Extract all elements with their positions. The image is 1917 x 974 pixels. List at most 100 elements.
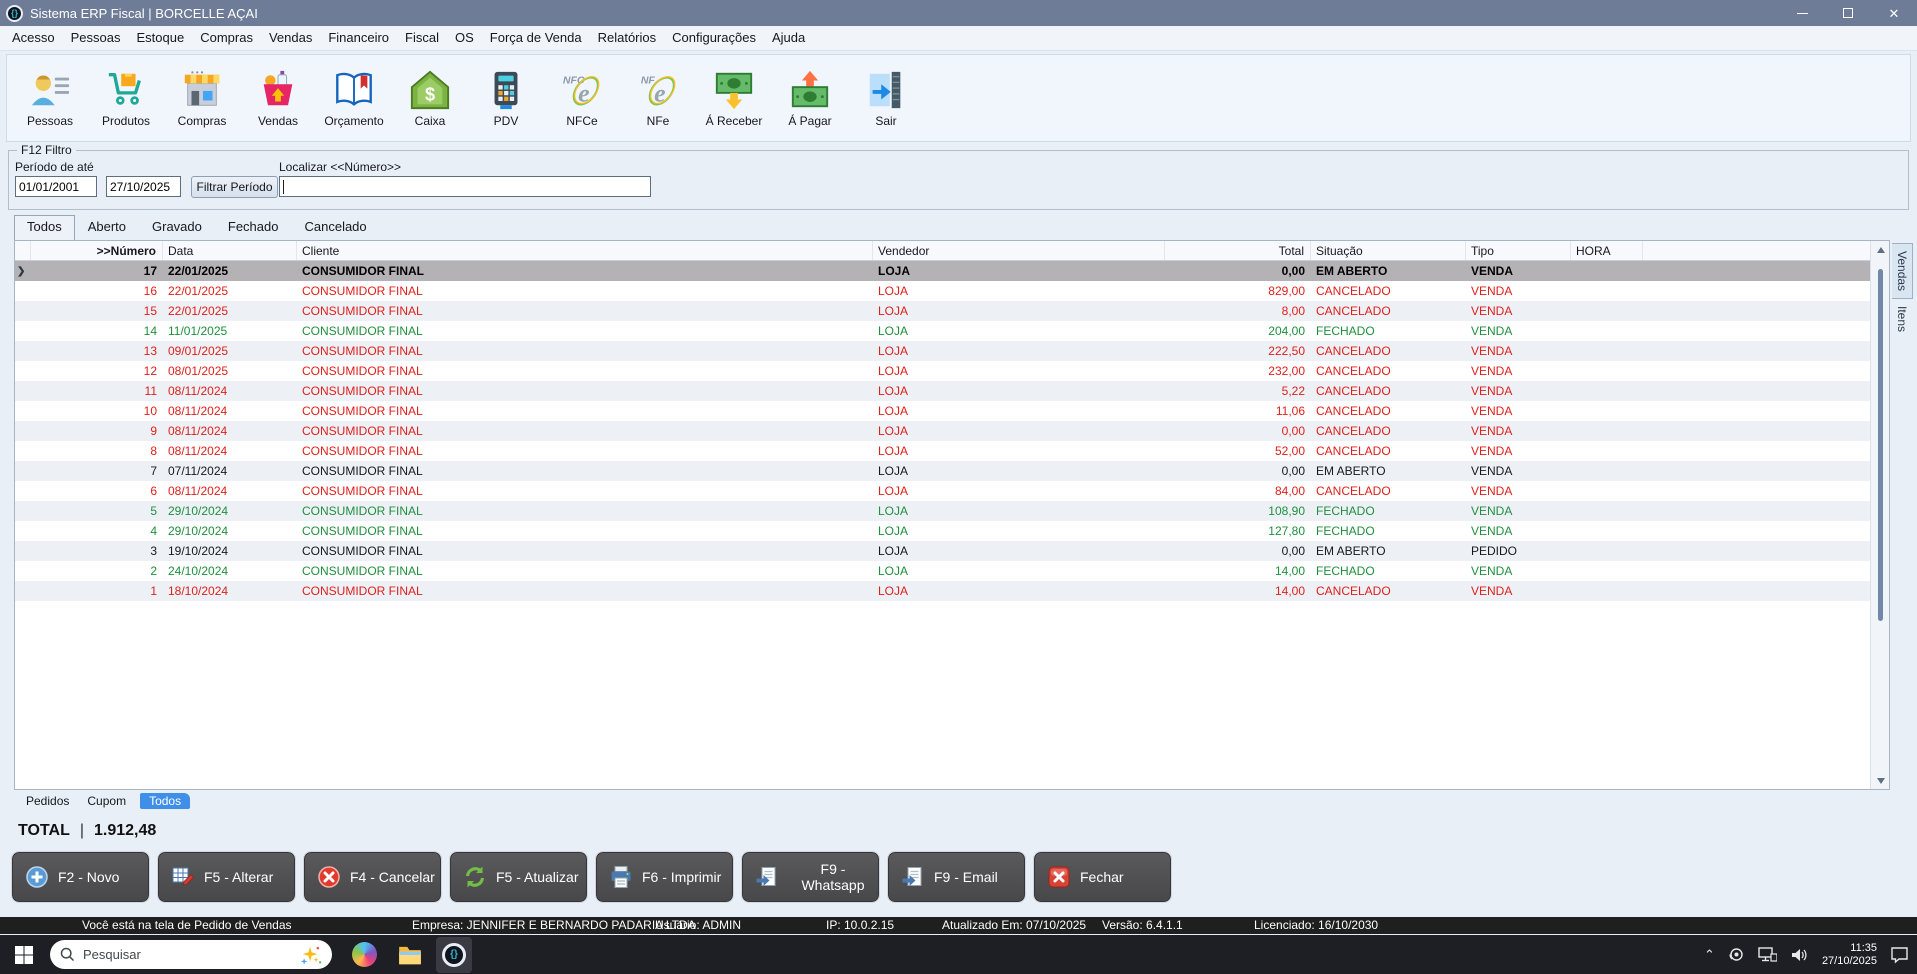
status-tab-todos[interactable]: Todos — [14, 215, 75, 240]
toolbar-a-pagar[interactable]: Á Pagar — [777, 69, 843, 128]
menu-item-relatórios[interactable]: Relatórios — [590, 26, 665, 50]
toolbar-a-receber[interactable]: Á Receber — [701, 69, 767, 128]
menu-item-vendas[interactable]: Vendas — [261, 26, 320, 50]
table-row[interactable]: 16 22/01/2025 CONSUMIDOR FINAL LOJA 829,… — [15, 281, 1889, 301]
atualizar-button[interactable]: F5 - Atualizar — [450, 852, 587, 902]
cell-cliente: CONSUMIDOR FINAL — [297, 381, 873, 401]
toolbar-nfe[interactable]: NF e NFe — [625, 69, 691, 128]
toolbar-produtos[interactable]: Produtos — [93, 69, 159, 128]
table-row[interactable]: 15 22/01/2025 CONSUMIDOR FINAL LOJA 8,00… — [15, 301, 1889, 321]
imprimir-button[interactable]: F6 - Imprimir — [596, 852, 733, 902]
toolbar-vendas[interactable]: Vendas — [245, 69, 311, 128]
novo-button[interactable]: F2 - Novo — [12, 852, 149, 902]
table-row[interactable]: 11 08/11/2024 CONSUMIDOR FINAL LOJA 5,22… — [15, 381, 1889, 401]
email-button[interactable]: F9 - Email — [888, 852, 1025, 902]
grid-header-vendedor[interactable]: Vendedor — [873, 241, 1165, 260]
date-to-input[interactable] — [106, 176, 181, 197]
menu-item-ajuda[interactable]: Ajuda — [764, 26, 813, 50]
grid-header-numero[interactable]: >>Número — [31, 241, 163, 260]
table-row[interactable]: 4 29/10/2024 CONSUMIDOR FINAL LOJA 127,8… — [15, 521, 1889, 541]
side-tab-vendas[interactable]: Vendas — [1892, 243, 1913, 299]
toolbar-compras[interactable]: Compras — [169, 69, 235, 128]
toolbar-label: NFCe — [566, 114, 597, 128]
toolbar-caixa[interactable]: $ Caixa — [397, 69, 463, 128]
table-row[interactable]: 9 08/11/2024 CONSUMIDOR FINAL LOJA 0,00 … — [15, 421, 1889, 441]
scroll-up-arrow[interactable] — [1871, 241, 1890, 258]
windows-start-button[interactable] — [14, 945, 34, 965]
bottom-tab-pedidos[interactable]: Pedidos — [22, 793, 73, 809]
minimize-button[interactable] — [1779, 0, 1825, 26]
grid-header-total[interactable]: Total — [1165, 241, 1311, 260]
table-row[interactable]: 3 19/10/2024 CONSUMIDOR FINAL LOJA 0,00 … — [15, 541, 1889, 561]
close-button[interactable]: ✕ — [1871, 0, 1917, 26]
tray-notifications-icon[interactable] — [1890, 946, 1909, 964]
text-caret — [283, 180, 284, 194]
taskbar-copilot-button[interactable] — [350, 941, 378, 969]
table-row[interactable]: 1 18/10/2024 CONSUMIDOR FINAL LOJA 14,00… — [15, 581, 1889, 601]
grid-vertical-scrollbar[interactable] — [1870, 241, 1889, 789]
table-row[interactable]: ❯ 17 22/01/2025 CONSUMIDOR FINAL LOJA 0,… — [15, 261, 1889, 281]
grid-header-hora[interactable]: HORA — [1571, 241, 1643, 260]
menu-item-força-de-venda[interactable]: Força de Venda — [482, 26, 590, 50]
table-row[interactable]: 7 07/11/2024 CONSUMIDOR FINAL LOJA 0,00 … — [15, 461, 1889, 481]
status-tab-cancelado[interactable]: Cancelado — [291, 215, 379, 240]
status-tab-aberto[interactable]: Aberto — [75, 215, 139, 240]
menu-item-estoque[interactable]: Estoque — [129, 26, 193, 50]
menu-item-fiscal[interactable]: Fiscal — [397, 26, 447, 50]
table-row[interactable]: 13 09/01/2025 CONSUMIDOR FINAL LOJA 222,… — [15, 341, 1889, 361]
toolbar-pessoas[interactable]: Pessoas — [17, 69, 83, 128]
filter-period-button[interactable]: Filtrar Período — [191, 176, 278, 198]
fechar-button[interactable]: Fechar — [1034, 852, 1171, 902]
alterar-button[interactable]: F5 - Alterar — [158, 852, 295, 902]
taskbar-search-box[interactable]: Pesquisar — [50, 940, 332, 969]
folder-icon — [397, 942, 423, 968]
tray-network-icon[interactable] — [1758, 947, 1777, 962]
tray-overflow-chevron-icon[interactable]: ⌃ — [1704, 947, 1715, 963]
tray-clock[interactable]: 11:35 27/10/2025 — [1822, 942, 1877, 968]
menu-item-financeiro[interactable]: Financeiro — [320, 26, 397, 50]
bottom-tab-cupom[interactable]: Cupom — [83, 793, 130, 809]
scroll-down-arrow[interactable] — [1871, 772, 1890, 789]
menu-item-configurações[interactable]: Configurações — [664, 26, 764, 50]
maximize-button[interactable] — [1825, 0, 1871, 26]
search-number-input[interactable] — [279, 176, 651, 197]
cell-total: 0,00 — [1165, 541, 1311, 561]
grid-header-tipo[interactable]: Tipo — [1466, 241, 1571, 260]
tray-record-icon[interactable] — [1728, 946, 1745, 963]
bottom-tab-todos[interactable]: Todos — [140, 793, 190, 809]
table-row[interactable]: 10 08/11/2024 CONSUMIDOR FINAL LOJA 11,0… — [15, 401, 1889, 421]
table-row[interactable]: 12 08/01/2025 CONSUMIDOR FINAL LOJA 232,… — [15, 361, 1889, 381]
cancelar-button[interactable]: F4 - Cancelar — [304, 852, 441, 902]
grid-header-cliente[interactable]: Cliente — [297, 241, 873, 260]
taskbar-erp-app-button[interactable]: {} — [436, 937, 472, 973]
toolbar-orcamento[interactable]: Orçamento — [321, 69, 387, 128]
send-document-icon — [755, 865, 779, 889]
status-tab-fechado[interactable]: Fechado — [215, 215, 292, 240]
date-from-input[interactable] — [15, 176, 97, 197]
toolbar-pdv[interactable]: PDV — [473, 69, 539, 128]
table-row[interactable]: 14 11/01/2025 CONSUMIDOR FINAL LOJA 204,… — [15, 321, 1889, 341]
grid-header-situacao[interactable]: Situação — [1311, 241, 1466, 260]
tray-volume-icon[interactable] — [1790, 947, 1809, 963]
menu-item-pessoas[interactable]: Pessoas — [63, 26, 129, 50]
taskbar-explorer-button[interactable] — [396, 941, 424, 969]
maximize-icon — [1843, 8, 1853, 18]
table-row[interactable]: 8 08/11/2024 CONSUMIDOR FINAL LOJA 52,00… — [15, 441, 1889, 461]
side-tab-itens[interactable]: Itens — [1892, 299, 1912, 339]
grid-header-data[interactable]: Data — [163, 241, 297, 260]
scrollbar-thumb[interactable] — [1878, 269, 1883, 621]
table-row[interactable]: 6 08/11/2024 CONSUMIDOR FINAL LOJA 84,00… — [15, 481, 1889, 501]
table-row[interactable]: 5 29/10/2024 CONSUMIDOR FINAL LOJA 108,9… — [15, 501, 1889, 521]
table-row[interactable]: 2 24/10/2024 CONSUMIDOR FINAL LOJA 14,00… — [15, 561, 1889, 581]
cell-hora — [1571, 561, 1643, 581]
cell-cliente: CONSUMIDOR FINAL — [297, 461, 873, 481]
toolbar-sair[interactable]: Sair — [853, 69, 919, 128]
status-tab-gravado[interactable]: Gravado — [139, 215, 215, 240]
side-tab-strip: Vendas Itens — [1892, 243, 1916, 339]
whatsapp-button[interactable]: F9 - Whatsapp — [742, 852, 879, 902]
menu-item-acesso[interactable]: Acesso — [4, 26, 63, 50]
menu-item-compras[interactable]: Compras — [192, 26, 261, 50]
menu-item-os[interactable]: OS — [447, 26, 482, 50]
status-company: Empresa: JENNIFER E BERNARDO PADARIA LTD… — [412, 918, 696, 932]
toolbar-nfce[interactable]: NFC e NFCe — [549, 69, 615, 128]
